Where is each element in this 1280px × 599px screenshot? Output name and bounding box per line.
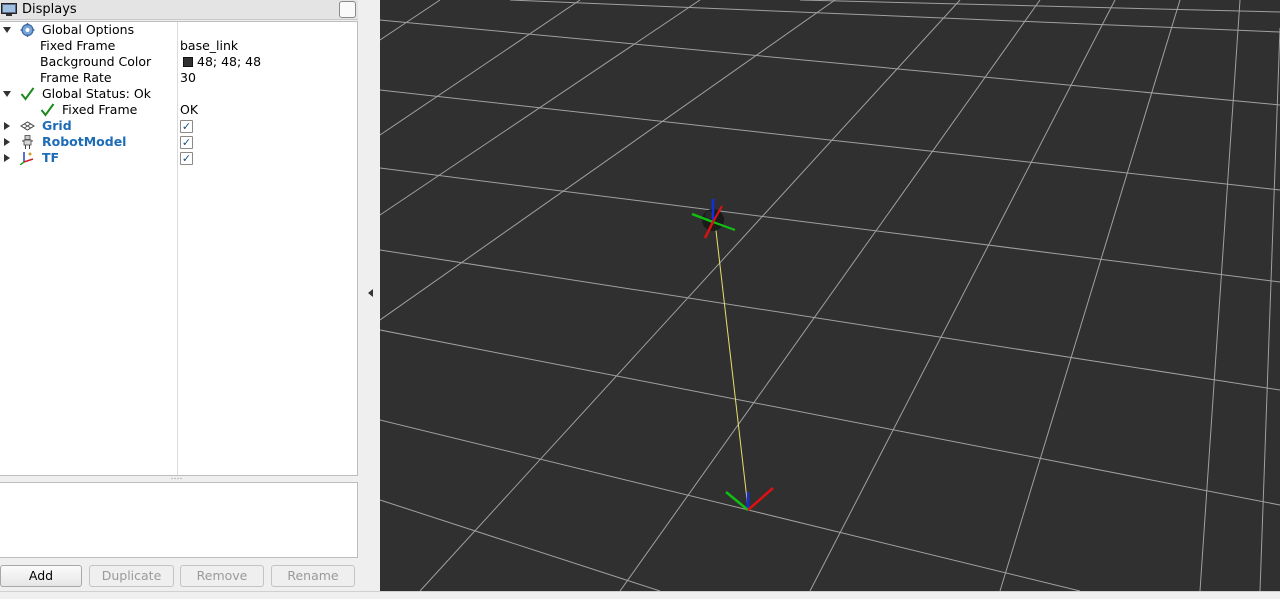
tree-row-background-color[interactable]: Background Color 48; 48; 48 [0,54,356,70]
duplicate-button[interactable]: Duplicate [89,565,174,587]
grid-line [380,89,1280,191]
grid-line [380,0,701,216]
grid-line [380,329,1280,506]
gear-icon [20,23,35,37]
grid-line [509,0,1280,33]
tree-row-global-status[interactable]: Global Status: Ok [0,86,356,102]
tf-link-line [714,221,749,509]
grid-line [380,19,1280,106]
checkmark-icon [20,87,35,101]
tree-row-tf[interactable]: TF ✓ [0,150,356,166]
tf-label: TF [42,150,60,165]
collapse-arrow-icon[interactable] [4,154,10,162]
remove-button[interactable]: Remove [180,565,264,587]
collapse-left-icon[interactable] [368,289,373,297]
displays-tree[interactable]: Global Options Fixed Frame base_link Bac… [0,21,358,476]
checkmark-icon [40,103,55,117]
background-color-value: 48; 48; 48 [197,54,262,69]
grid-line [419,0,961,591]
background-color-value-cell[interactable]: 48; 48; 48 [180,54,261,70]
displays-panel: Displays Global Options Fixed Frame base… [0,0,358,591]
add-button[interactable]: Add [0,565,82,587]
grid-line [380,249,1280,391]
tree-row-status-fixed-frame[interactable]: Fixed Frame OK [0,102,356,118]
grid-line [1199,0,1241,591]
monitor-icon [1,2,17,16]
displays-panel-title: Displays [22,2,77,17]
panel-float-button[interactable] [339,1,356,18]
grid-line [380,499,661,591]
splitter-handle[interactable] [170,477,184,480]
robot-base-frame [691,199,736,239]
dock-collapse-handle[interactable] [362,0,380,591]
status-fixed-frame-label: Fixed Frame [62,102,138,117]
rename-button[interactable]: Rename [271,565,355,587]
grid-line [619,0,1041,591]
grid-icon [20,121,35,131]
background-color-label: Background Color [40,54,152,69]
expand-arrow-icon[interactable] [3,27,11,33]
grid-line [809,0,1116,591]
robot-model-icon [22,135,33,149]
fixed-frame-value[interactable]: base_link [180,38,238,54]
tree-row-grid[interactable]: Grid ✓ [0,118,356,134]
displays-panel-titlebar[interactable]: Displays [0,0,358,20]
collapse-arrow-icon[interactable] [4,138,10,146]
grid-line [1259,27,1280,591]
scene-canvas[interactable] [380,0,1280,591]
color-swatch [183,57,193,67]
global-status-label: Global Status: Ok [42,86,151,101]
rviz-window: Displays Global Options Fixed Frame base… [0,0,1280,599]
tree-row-fixed-frame[interactable]: Fixed Frame base_link [0,38,356,54]
grid-display [380,0,1280,591]
tree-row-robotmodel[interactable]: RobotModel ✓ [0,134,356,150]
grid-line [380,0,441,41]
frame-rate-label: Frame Rate [40,70,112,85]
grid-enabled-checkbox[interactable]: ✓ [180,120,193,133]
tf-axes-icon [20,152,34,165]
status-fixed-frame-value: OK [180,102,199,117]
tree-row-frame-rate[interactable]: Frame Rate 30 [0,70,356,86]
robotmodel-enabled-checkbox[interactable]: ✓ [180,136,193,149]
global-options-label: Global Options [42,22,135,37]
property-description-panel [0,482,358,558]
robotmodel-label: RobotModel [42,134,127,149]
grid-line [799,0,1280,13]
grid-label: Grid [42,118,72,133]
tree-row-global-options[interactable]: Global Options [0,22,356,38]
status-bar [0,591,1280,599]
fixed-frame-label: Fixed Frame [40,38,116,53]
expand-arrow-icon[interactable] [3,91,11,97]
collapse-arrow-icon[interactable] [4,122,10,130]
grid-line [380,0,836,321]
frame-rate-value[interactable]: 30 [180,70,196,86]
tf-enabled-checkbox[interactable]: ✓ [180,152,193,165]
render-viewport[interactable] [380,0,1280,591]
grid-line [999,0,1181,591]
